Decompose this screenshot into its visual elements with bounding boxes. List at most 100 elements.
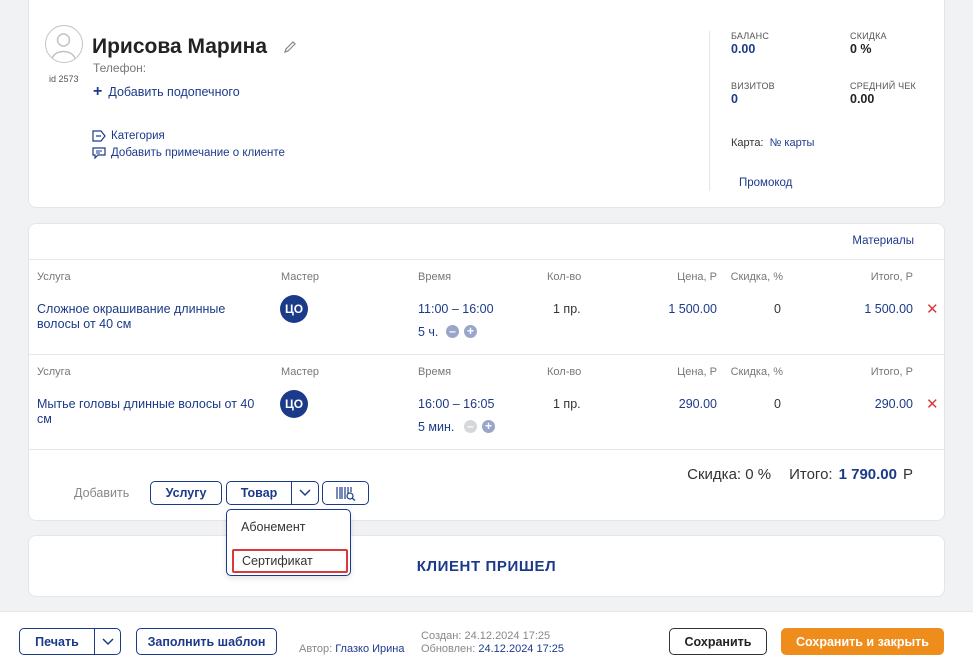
summary-total-value: 1 790.00 (838, 466, 897, 483)
add-note-label: Добавить примечание о клиенте (111, 147, 285, 159)
close-icon[interactable]: ✕ (926, 300, 939, 318)
divider (29, 259, 944, 260)
created-info: Создан: 24.12.2024 17:25 (421, 630, 550, 642)
visits-label: ВИЗИТОВ (731, 81, 775, 91)
col-header-time: Время (418, 271, 452, 283)
services-card: Материалы Услуга Мастер Время Кол-во Цен… (28, 223, 945, 521)
service-duration: 5 мин. (418, 420, 455, 434)
dropdown-item-certificate[interactable]: Сертификат (232, 549, 348, 573)
user-icon (51, 33, 76, 60)
save-button[interactable]: Сохранить (669, 628, 767, 655)
master-avatar[interactable]: ЦО (280, 295, 308, 323)
service-name-line2[interactable]: см (37, 412, 52, 426)
service-qty[interactable]: 1 пр. (553, 302, 581, 316)
stats-divider (709, 31, 710, 191)
updated-label: Обновлен: (421, 643, 476, 655)
avg-check-value: 0.00 (850, 92, 875, 106)
add-note-link[interactable]: Добавить примечание о клиенте (92, 147, 285, 159)
product-dropdown-toggle[interactable] (291, 481, 319, 505)
avatar (45, 25, 83, 63)
col-header-discount: Скидка, % (730, 366, 783, 378)
col-header-time: Время (418, 366, 452, 378)
print-button[interactable]: Печать (19, 628, 95, 655)
created-label: Создан: (421, 630, 462, 642)
promo-code-link[interactable]: Промокод (739, 177, 792, 189)
phone-label: Телефон: (93, 61, 147, 75)
col-header-qty: Кол-во (547, 271, 582, 283)
service-name-line1[interactable]: Мытье головы длинные волосы от 40 (37, 397, 254, 411)
plus-icon[interactable]: + (482, 420, 495, 433)
summary: Скидка: 0 % Итого: 1 790.00 Р (687, 466, 913, 483)
balance-value: 0.00 (731, 42, 756, 56)
client-id: id 2573 (49, 74, 79, 84)
service-total: 1 500.00 (864, 302, 913, 316)
service-price[interactable]: 290.00 (629, 397, 717, 411)
product-dropdown-menu: Абонемент Сертификат (226, 509, 351, 576)
add-ward-link[interactable]: + Добавить подопечного (93, 83, 240, 100)
service-discount[interactable]: 0 (719, 302, 781, 316)
category-label: Категория (111, 130, 165, 142)
divider (29, 449, 944, 450)
client-arrived-button[interactable]: КЛИЕНТ ПРИШЕЛ (29, 558, 944, 575)
discount-label: СКИДКА (850, 31, 887, 41)
author-name: Глазко Ирина (335, 643, 405, 655)
barcode-scan-button[interactable] (322, 481, 369, 505)
col-header-total: Итого, Р (870, 271, 913, 283)
add-ward-label: Добавить подопечного (108, 85, 240, 99)
close-icon[interactable]: ✕ (926, 395, 939, 413)
updated-value: 24.12.2024 17:25 (478, 643, 565, 655)
edit-pencil-icon[interactable] (283, 40, 297, 59)
add-label: Добавить (74, 486, 130, 500)
dropdown-item-subscription[interactable]: Абонемент (241, 520, 305, 534)
client-card: id 2573 Ирисова Марина Телефон: + Добави… (28, 0, 945, 208)
service-discount[interactable]: 0 (719, 397, 781, 411)
col-header-service: Услуга (37, 271, 71, 283)
summary-discount: Скидка: 0 % (687, 466, 772, 483)
service-qty[interactable]: 1 пр. (553, 397, 581, 411)
service-total: 290.00 (874, 397, 913, 411)
col-header-master: Мастер (281, 271, 320, 283)
summary-total-label: Итого: (789, 466, 833, 483)
add-product-button[interactable]: Товар (226, 481, 292, 505)
service-price[interactable]: 1 500.00 (629, 302, 717, 316)
created-value: 24.12.2024 17:25 (464, 630, 551, 642)
print-dropdown-toggle[interactable] (94, 628, 121, 655)
plus-icon: + (93, 83, 103, 100)
service-name-line1[interactable]: Сложное окрашивание длинные (37, 302, 225, 316)
card-row: Карта: № карты (731, 137, 814, 149)
service-time[interactable]: 16:00 – 16:05 (418, 397, 494, 411)
minus-icon: – (464, 420, 477, 433)
master-avatar[interactable]: ЦО (280, 390, 308, 418)
col-header-discount: Скидка, % (730, 271, 783, 283)
service-name-line2[interactable]: волосы от 40 см (37, 317, 131, 331)
col-header-price: Цена, Р (677, 271, 717, 283)
balance-label: БАЛАНС (731, 31, 770, 41)
service-duration: 5 ч. (418, 325, 439, 339)
category-icon (92, 130, 106, 142)
col-header-service: Услуга (37, 366, 71, 378)
comment-icon (92, 147, 106, 159)
updated-info: Обновлен: 24.12.2024 17:25 (421, 643, 564, 655)
category-link[interactable]: Категория (92, 130, 165, 142)
col-header-qty: Кол-во (547, 366, 582, 378)
card-label: Карта: (731, 137, 764, 149)
summary-currency: Р (902, 466, 913, 483)
chevron-down-icon (299, 489, 311, 497)
materials-link[interactable]: Материалы (852, 235, 914, 247)
minus-icon[interactable]: – (446, 325, 459, 338)
visits-value: 0 (731, 92, 738, 106)
divider (29, 354, 944, 355)
author-info: Автор: Глазко Ирина (299, 643, 404, 655)
fill-template-button[interactable]: Заполнить шаблон (136, 628, 277, 655)
client-name: Ирисова Марина (92, 35, 268, 58)
footer: Печать Заполнить шаблон Автор: Глазко Ир… (0, 611, 973, 670)
dropdown-item-certificate-label: Сертификат (242, 554, 313, 568)
add-service-button[interactable]: Услугу (150, 481, 222, 505)
col-header-price: Цена, Р (677, 366, 717, 378)
plus-icon[interactable]: + (464, 325, 477, 338)
col-header-total: Итого, Р (870, 366, 913, 378)
card-number-link[interactable]: № карты (770, 137, 815, 149)
discount-value: 0 % (850, 42, 872, 56)
save-and-close-button[interactable]: Сохранить и закрыть (781, 628, 944, 655)
service-time[interactable]: 11:00 – 16:00 (418, 302, 494, 316)
